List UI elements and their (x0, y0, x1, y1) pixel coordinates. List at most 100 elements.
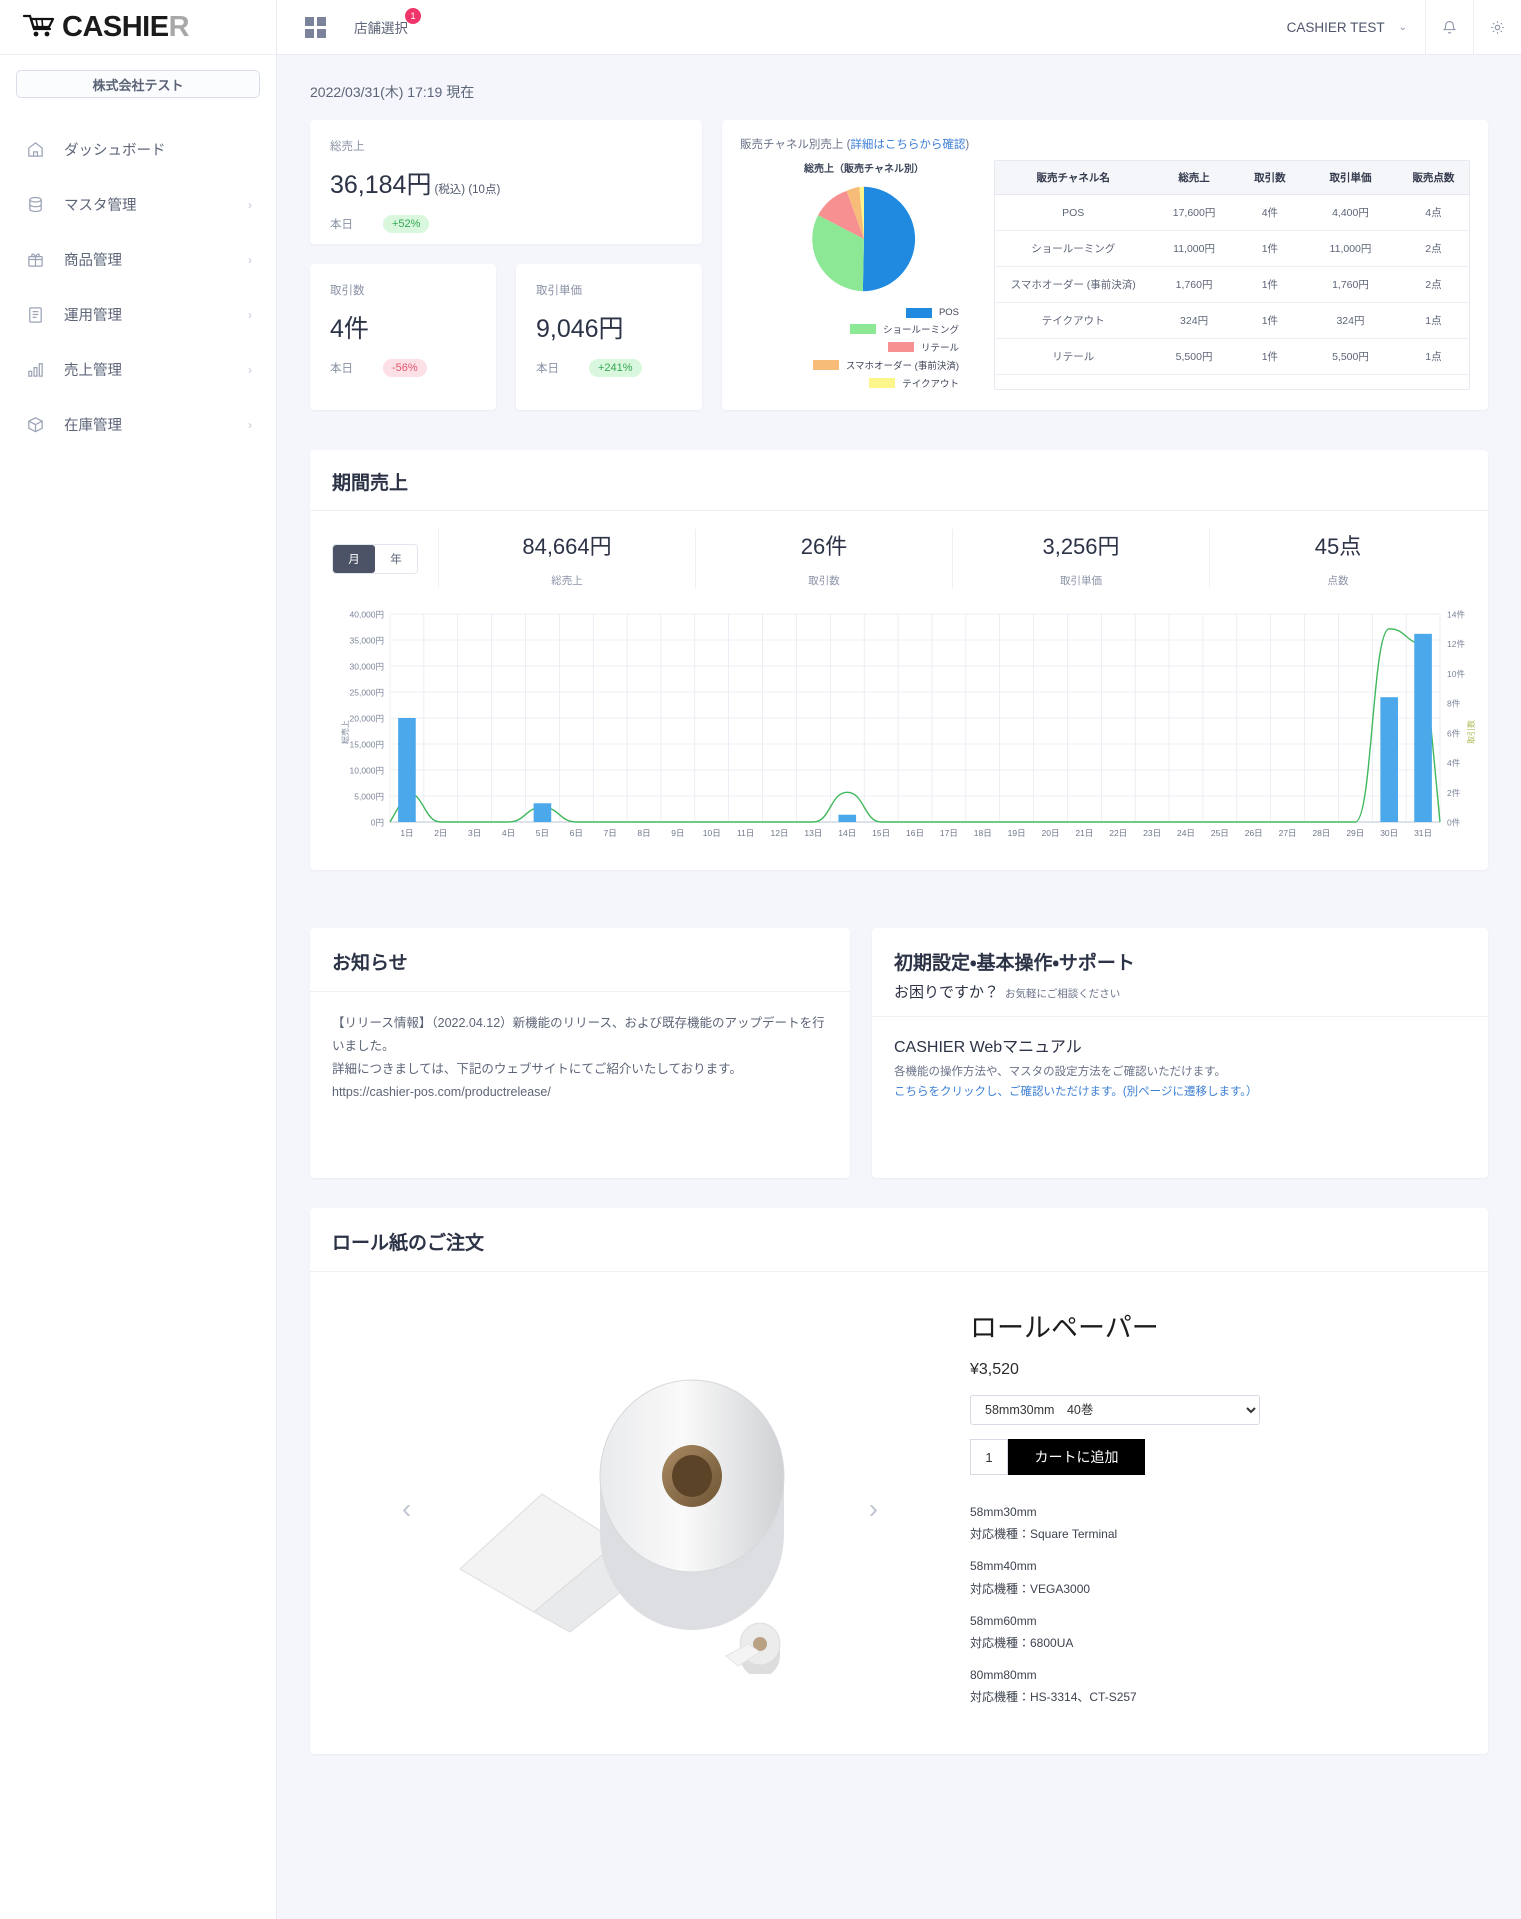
sidebar-nav: ダッシュボード マスタ管理 › 商品管理 › (0, 122, 276, 452)
toggle-month[interactable]: 月 (333, 545, 375, 573)
product-image (430, 1344, 850, 1674)
spec-group: 58mm30mm対応機種：Square Terminal (970, 1501, 1448, 1545)
support-card: 初期設定・基本操作・サポート お困りですか？お気軽にご相談ください CASHIE… (872, 928, 1488, 1178)
cell-items: 4点 (1398, 195, 1469, 231)
cell-count: 4件 (1237, 195, 1303, 231)
support-item-link[interactable]: こちらをクリックし、ご確認いただけます。(別ページに遷移します。） (894, 1083, 1466, 1103)
sales-channel-detail-link[interactable]: 詳細はこちらから確認 (850, 139, 965, 151)
kpi-label: 取引単価 (536, 282, 682, 298)
stat-label: 取引単価 (953, 573, 1209, 588)
cell-total: 1,760円 (1151, 267, 1236, 303)
svg-text:17日: 17日 (940, 828, 958, 838)
title-suffix: ) (965, 139, 969, 151)
store-select-button[interactable]: 店舗選択 1 (354, 17, 408, 37)
table-row: テイクアウト324円1件324円1点 (995, 303, 1469, 339)
pie-chart (806, 181, 922, 297)
chevron-right-icon[interactable]: › (869, 1493, 878, 1525)
svg-text:4件: 4件 (1447, 758, 1461, 768)
legend-swatch (888, 342, 914, 352)
sidebar-item-inventory[interactable]: 在庫管理 › (0, 397, 276, 452)
cell-total: 5,500円 (1151, 339, 1236, 375)
svg-text:5,000円: 5,000円 (354, 792, 384, 802)
cell-total: 324円 (1151, 303, 1236, 339)
svg-text:3日: 3日 (468, 828, 481, 838)
grid-icon[interactable] (305, 17, 326, 38)
title-prefix: 販売チャネル別売上 ( (740, 139, 850, 151)
bell-icon[interactable] (1425, 0, 1473, 55)
user-menu[interactable]: CASHIER TEST ⌄ (1269, 20, 1425, 35)
sidebar-item-operation[interactable]: 運用管理 › (0, 287, 276, 342)
svg-text:4日: 4日 (502, 828, 515, 838)
toggle-year[interactable]: 年 (375, 545, 417, 573)
period-stat-count: 26件 取引数 (695, 529, 952, 588)
sidebar-item-master[interactable]: マスタ管理 › (0, 177, 276, 232)
quantity-input[interactable] (970, 1439, 1008, 1475)
sidebar-item-product[interactable]: 商品管理 › (0, 232, 276, 287)
table-row: ショールーミング11,000円1件11,000円2点 (995, 231, 1469, 267)
legend-item: スマホオーダー (事前決済) (769, 358, 959, 372)
legend-item: ショールーミング (769, 322, 959, 336)
svg-text:10件: 10件 (1447, 669, 1465, 679)
col-total: 総売上 (1151, 161, 1236, 195)
stat-value: 3,256円 (953, 529, 1209, 561)
clipboard-icon (22, 305, 48, 324)
table-row: POS17,600円4件4,400円4点 (995, 195, 1469, 231)
spec-model: 対応機種：6800UA (970, 1632, 1448, 1654)
logo-text: CASHIER (62, 11, 189, 44)
spec-size: 80mm80mm (970, 1664, 1448, 1686)
col-channel: 販売チャネル名 (995, 161, 1151, 195)
gear-icon[interactable] (1473, 0, 1521, 55)
svg-text:20,000円: 20,000円 (350, 714, 385, 724)
add-to-cart-button[interactable]: カートに追加 (1008, 1439, 1145, 1475)
company-name: 株式会社テスト (16, 70, 260, 98)
notice-card: お知らせ 【リリース情報】（2022.04.12）新機能のリリース、および既存機… (310, 928, 850, 1178)
cell-channel: POS (995, 195, 1151, 231)
sales-channel-title: 販売チャネル別売上 (詳細はこちらから確認) (740, 136, 1470, 152)
svg-text:30日: 30日 (1380, 828, 1398, 838)
svg-text:9日: 9日 (671, 828, 684, 838)
legend-swatch (850, 324, 876, 334)
legend-label: リテール (921, 340, 959, 354)
kpi-period: 本日 (330, 360, 353, 376)
roll-paper-title: ロール紙のご注文 (310, 1208, 1488, 1272)
cell-count: 1件 (1237, 339, 1303, 375)
col-avg: 取引単価 (1303, 161, 1398, 195)
user-name: CASHIER TEST (1287, 20, 1385, 35)
spec-size: 58mm30mm (970, 1501, 1448, 1523)
cell-total: 11,000円 (1151, 231, 1236, 267)
product-details: ロールペーパー ¥3,520 58mm30mm 40巻 カートに追加 58mm3… (970, 1284, 1488, 1734)
notice-body: 【リリース情報】（2022.04.12）新機能のリリース、および既存機能のアップ… (310, 992, 850, 1125)
chevron-down-icon: ⌄ (1399, 22, 1407, 33)
svg-text:1日: 1日 (400, 828, 413, 838)
kpi-label: 総売上 (330, 138, 682, 154)
svg-text:31日: 31日 (1414, 828, 1432, 838)
svg-text:19日: 19日 (1008, 828, 1026, 838)
sidebar-item-dashboard[interactable]: ダッシュボード (0, 122, 276, 177)
kpi-period: 本日 (330, 216, 353, 232)
cell-count: 1件 (1237, 267, 1303, 303)
stat-value: 84,664円 (439, 529, 695, 561)
kpi-delta-badge: +52% (383, 215, 429, 233)
spec-size: 58mm60mm (970, 1610, 1448, 1632)
sales-channel-card: 販売チャネル別売上 (詳細はこちらから確認) 総売上（販売チャネル別） (722, 120, 1488, 410)
chevron-left-icon[interactable]: ‹ (402, 1493, 411, 1525)
spec-group: 58mm40mm対応機種：VEGA3000 (970, 1555, 1448, 1599)
sales-channel-table: 販売チャネル名 総売上 取引数 取引単価 販売点数 POS17,600円4件4,… (995, 161, 1469, 375)
svg-text:20日: 20日 (1041, 828, 1059, 838)
svg-text:12件: 12件 (1447, 639, 1465, 649)
variant-select[interactable]: 58mm30mm 40巻 (970, 1395, 1260, 1425)
legend-label: テイクアウト (902, 376, 959, 390)
chevron-right-icon: › (248, 363, 252, 377)
spec-model: 対応機種：VEGA3000 (970, 1578, 1448, 1600)
svg-text:24日: 24日 (1177, 828, 1195, 838)
svg-text:23日: 23日 (1143, 828, 1161, 838)
legend-label: スマホオーダー (事前決済) (846, 358, 959, 372)
period-toggle: 月 年 (332, 544, 418, 574)
notice-link[interactable]: https://cashier-pos.com/productrelease/ (332, 1081, 828, 1104)
table-header-row: 販売チャネル名 総売上 取引数 取引単価 販売点数 (995, 161, 1469, 195)
bar-chart-icon (22, 360, 48, 379)
logo[interactable]: CASHIER (0, 0, 276, 55)
sidebar-item-sales[interactable]: 売上管理 › (0, 342, 276, 397)
product-price: ¥3,520 (970, 1361, 1448, 1379)
kpi-delta-badge: -56% (383, 359, 427, 377)
